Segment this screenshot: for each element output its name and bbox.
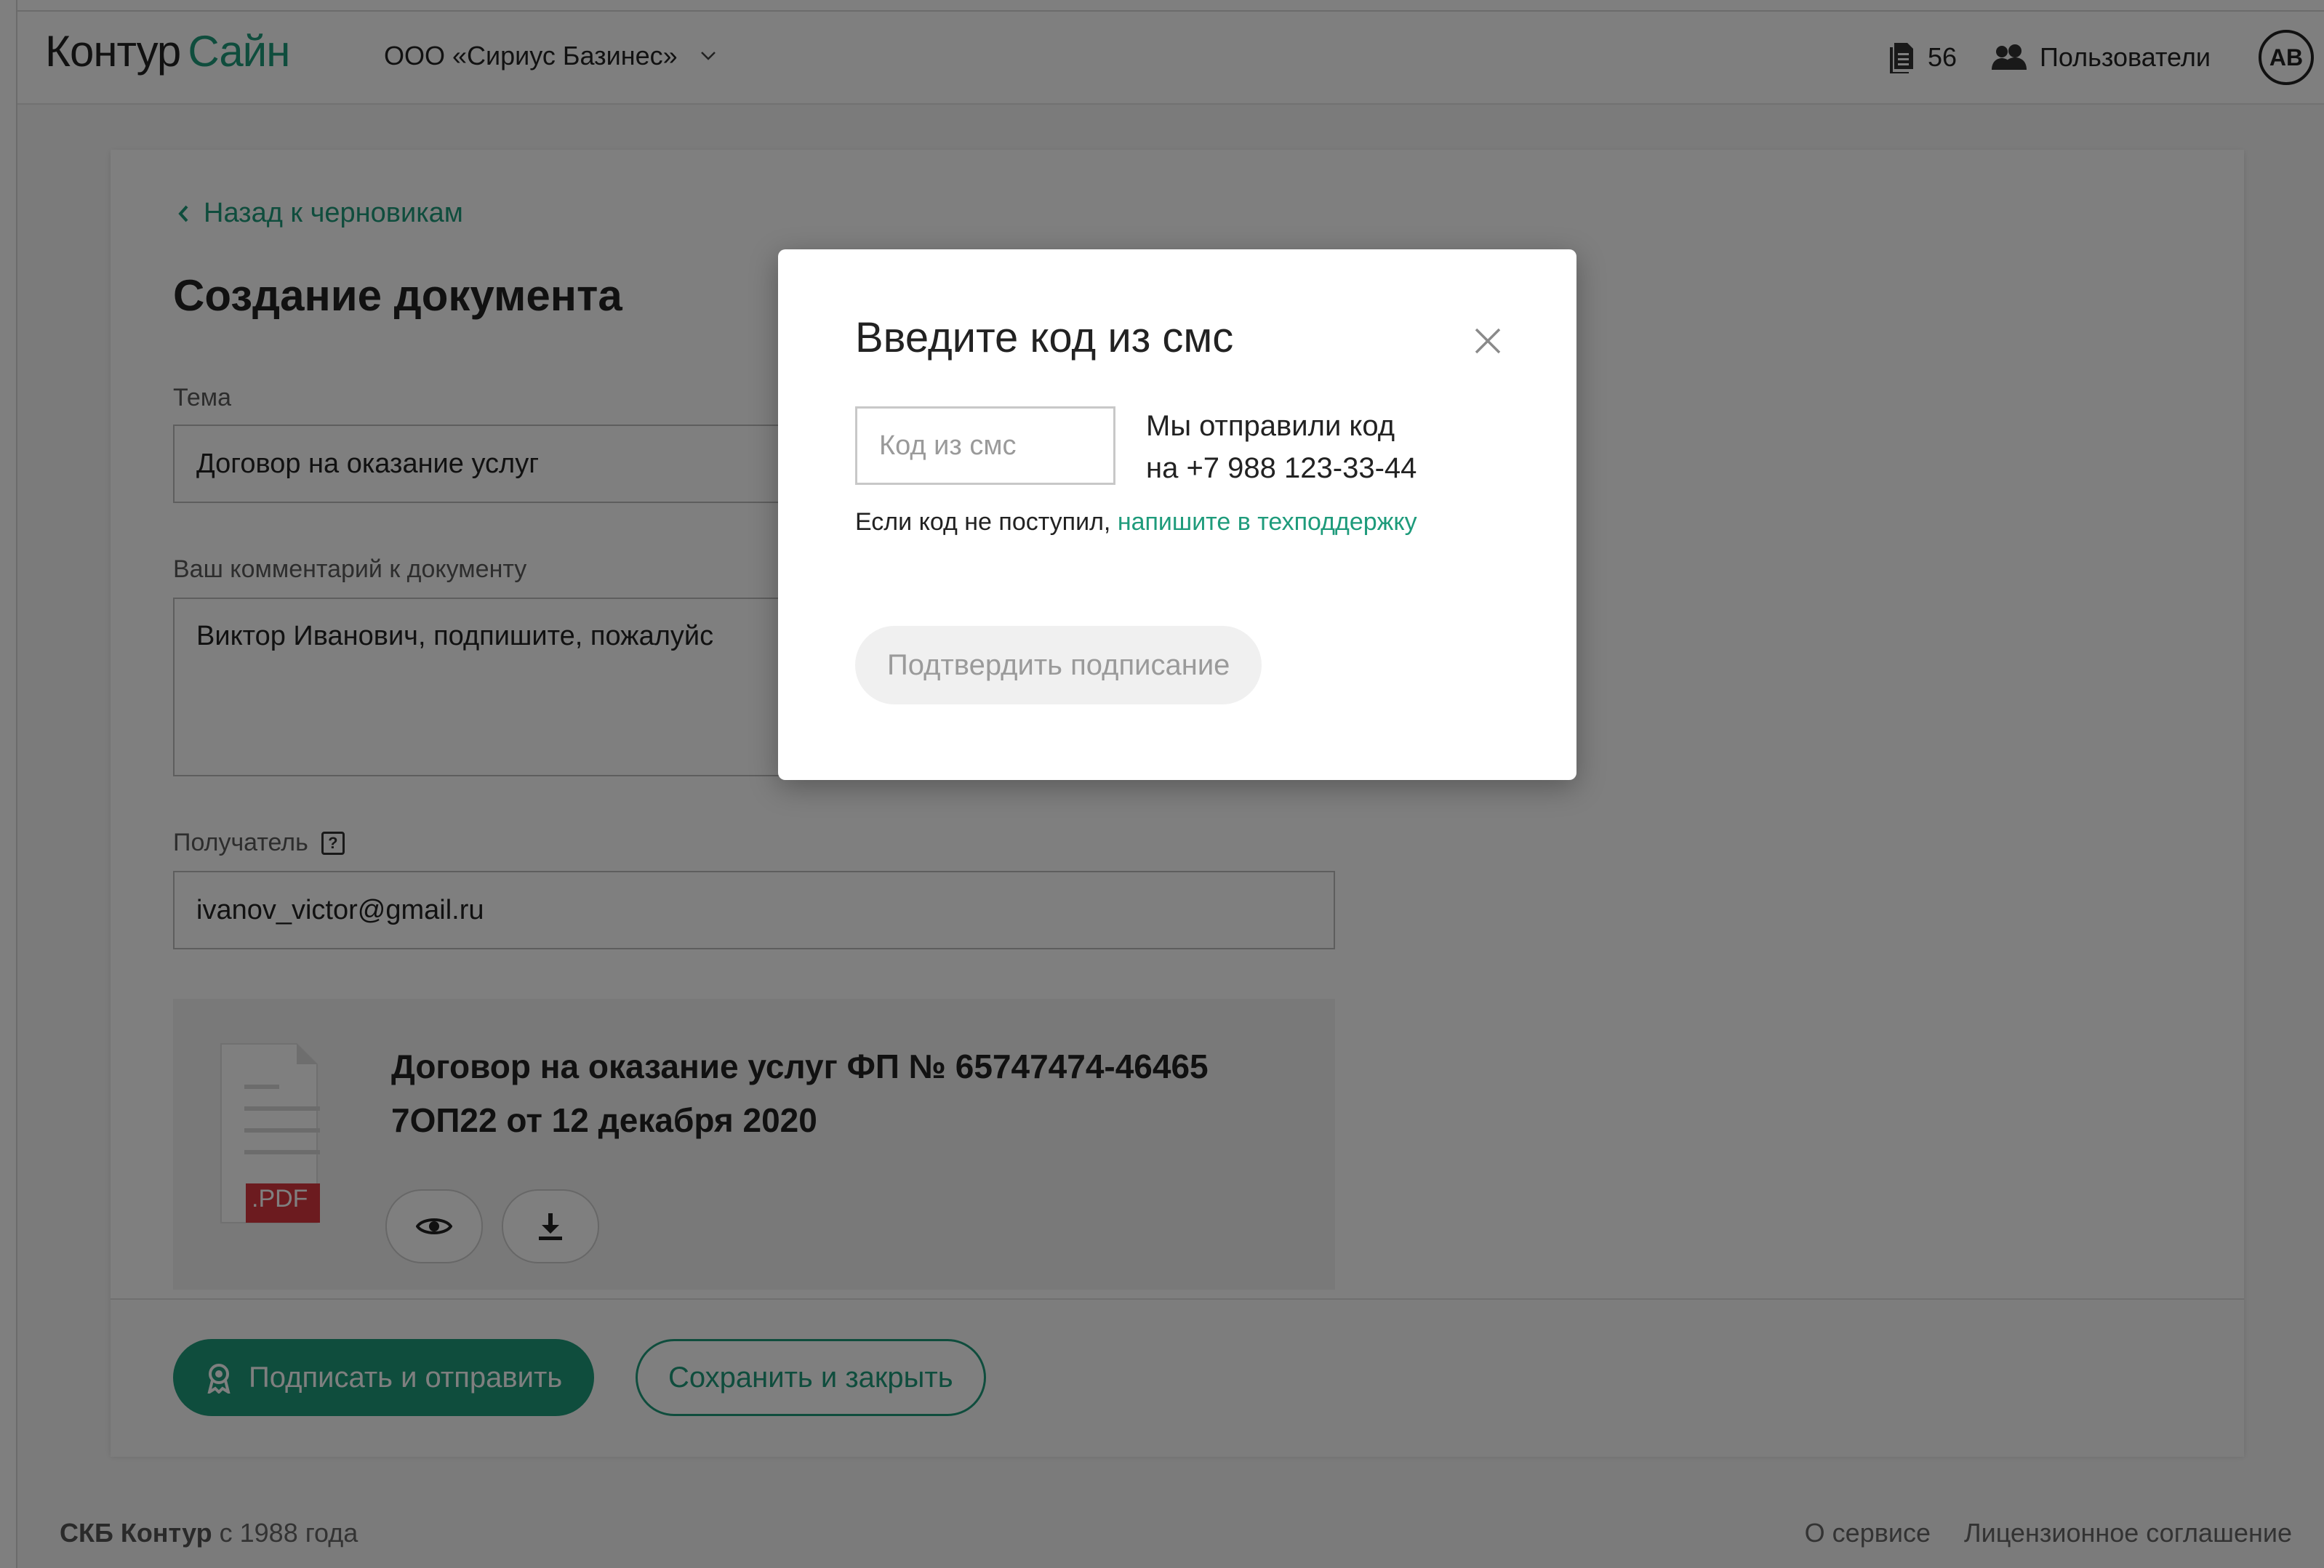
sms-code-modal: Введите код из смс Мы отправили код на +… [778,249,1576,780]
support-hint-text: Если код не поступил, [855,508,1118,536]
sms-code-input[interactable] [855,406,1115,485]
code-sent-phone: на +7 988 123-33-44 [1146,452,1417,484]
support-hint: Если код не поступил, напишите в техподд… [855,508,1417,536]
code-sent-line1: Мы отправили код [1146,410,1395,442]
close-icon[interactable] [1473,326,1502,355]
code-sent-note: Мы отправили код на +7 988 123-33-44 [1146,405,1524,489]
modal-title: Введите код из смс [855,314,1234,361]
modal-overlay[interactable] [0,0,2324,1568]
confirm-signing-button[interactable]: Подтвердить подписание [855,626,1262,704]
support-link[interactable]: напишите в техподдержку [1118,508,1417,536]
